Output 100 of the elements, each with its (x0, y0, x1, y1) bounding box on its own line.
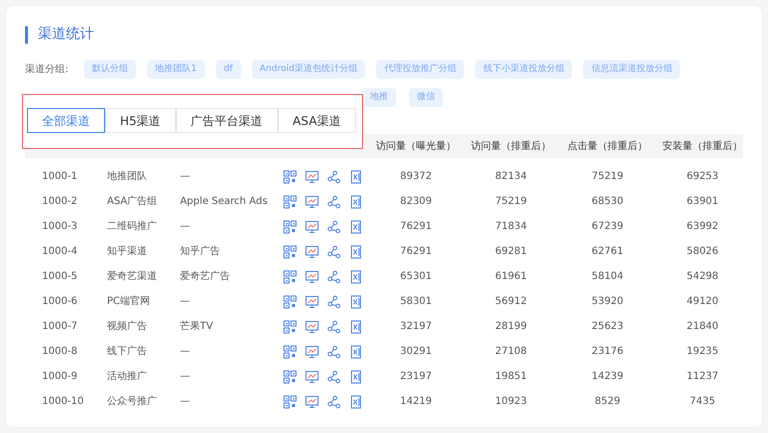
table-cell-text: 67239 (590, 220, 624, 234)
table-cell-text: 8529 (594, 395, 622, 409)
table-cell-text: 63992 (686, 220, 720, 234)
share-icon[interactable] (327, 294, 341, 308)
qr-code-icon[interactable] (283, 220, 297, 234)
group-tag[interactable]: 微信 (409, 88, 443, 107)
monitor-chart-icon[interactable] (305, 170, 319, 184)
table-cell-text: 68530 (590, 195, 624, 209)
monitor-chart-icon[interactable] (305, 294, 319, 308)
table-cell-text: 1000-1 (41, 170, 78, 184)
monitor-chart-icon[interactable] (305, 244, 319, 258)
group-tag[interactable]: df (216, 60, 241, 79)
table-cell-text: 30291 (399, 345, 433, 359)
qr-code-icon[interactable] (283, 244, 297, 258)
table-cell-text: — (179, 370, 191, 384)
excel-file-icon[interactable] (349, 170, 363, 184)
share-icon[interactable] (327, 270, 341, 284)
table-cell-text: — (179, 295, 191, 309)
qr-code-icon[interactable] (283, 344, 297, 358)
table-cell-text: — (179, 345, 191, 359)
table-cell-text: 54298 (686, 270, 720, 284)
table-cell-text: 53920 (590, 295, 624, 309)
table-cell-text: 公众号推广 (106, 394, 158, 409)
tab[interactable]: 广告平台渠道 (176, 108, 278, 133)
qr-code-icon[interactable] (283, 170, 297, 184)
excel-file-icon[interactable] (349, 394, 363, 408)
excel-file-icon[interactable] (349, 370, 363, 384)
table-cell-text: 23197 (399, 370, 433, 384)
share-icon[interactable] (327, 344, 341, 358)
table-cell-text: 76291 (399, 220, 433, 234)
section-title: 渠道统计 (38, 25, 94, 44)
column-header: 点击量（排重后） (566, 140, 648, 154)
qr-code-icon[interactable] (283, 394, 297, 408)
table-cell-text: 1000-7 (41, 320, 78, 334)
group-tag[interactable]: 代理投放推广分组 (376, 60, 464, 79)
excel-file-icon[interactable] (349, 344, 363, 358)
qr-code-icon[interactable] (283, 270, 297, 284)
table-cell-text: 地推团队 (106, 170, 148, 184)
group-tag[interactable]: 地推 (362, 88, 396, 107)
monitor-chart-icon[interactable] (305, 220, 319, 234)
excel-file-icon[interactable] (349, 194, 363, 208)
share-icon[interactable] (327, 170, 341, 184)
share-icon[interactable] (327, 244, 341, 258)
excel-file-icon[interactable] (349, 270, 363, 284)
excel-file-icon[interactable] (349, 294, 363, 308)
tab[interactable]: 全部渠道 (27, 108, 105, 133)
group-tag[interactable]: Android渠道包统计分组 (252, 60, 366, 79)
excel-file-icon[interactable] (349, 244, 363, 258)
tab[interactable]: ASA渠道 (278, 108, 356, 133)
group-tag[interactable]: 信息流渠道投放分组 (583, 60, 680, 79)
table-cell-text: 1000-3 (41, 220, 78, 234)
table-cell-text: 58026 (686, 245, 720, 259)
table-cell-text: 58301 (399, 295, 433, 309)
group-tag[interactable]: 线下小渠道投放分组 (475, 60, 572, 79)
share-icon[interactable] (327, 370, 341, 384)
table-cell-text: 32197 (399, 320, 433, 334)
share-icon[interactable] (327, 220, 341, 234)
table-cell-text: 75219 (494, 195, 528, 209)
monitor-chart-icon[interactable] (305, 194, 319, 208)
table-cell-text: 14219 (399, 395, 433, 409)
share-icon[interactable] (327, 194, 341, 208)
table-cell-text: 10923 (494, 395, 528, 409)
monitor-chart-icon[interactable] (305, 394, 319, 408)
excel-file-icon[interactable] (349, 320, 363, 334)
table-cell-text: 82309 (399, 195, 433, 209)
qr-code-icon[interactable] (283, 320, 297, 334)
monitor-chart-icon[interactable] (305, 344, 319, 358)
title-accent-bar (25, 26, 28, 44)
table-cell-text: 19235 (686, 345, 720, 359)
table-cell-text: 爱奇艺渠道 (106, 270, 158, 284)
table-cell-text: 75219 (590, 170, 624, 184)
table-cell-text: 62761 (590, 245, 624, 259)
monitor-chart-icon[interactable] (305, 320, 319, 334)
group-tag[interactable]: 地推团队1 (147, 60, 205, 79)
table-cell-text: 线下广告 (106, 344, 148, 359)
table-cell-text: 1000-4 (41, 245, 78, 259)
share-icon[interactable] (327, 320, 341, 334)
table-cell-text: 活动推广 (106, 370, 148, 384)
table-cell-text: Apple Search Ads (179, 195, 268, 209)
monitor-chart-icon[interactable] (305, 270, 319, 284)
table-cell-text: 7435 (688, 395, 716, 409)
table-cell-text: 1000-5 (41, 270, 78, 284)
table-cell-text: 11237 (686, 370, 720, 384)
qr-code-icon[interactable] (283, 370, 297, 384)
qr-code-icon[interactable] (283, 194, 297, 208)
table-cell-text: 56912 (494, 295, 528, 309)
group-label: 渠道分组: (25, 62, 70, 77)
table-cell-text: 芒果TV (179, 320, 214, 334)
table-cell-text: 爱奇艺广告 (179, 270, 231, 284)
monitor-chart-icon[interactable] (305, 370, 319, 384)
column-header: 安装量（排重后） (662, 140, 744, 154)
qr-code-icon[interactable] (283, 294, 297, 308)
share-icon[interactable] (327, 394, 341, 408)
table-cell-text: 1000-10 (41, 395, 85, 409)
table-cell-text: 知乎广告 (179, 244, 221, 259)
tab[interactable]: H5渠道 (105, 108, 176, 133)
table-cell-text: 14239 (590, 370, 624, 384)
excel-file-icon[interactable] (349, 220, 363, 234)
group-tag[interactable]: 默认分组 (84, 60, 136, 79)
table-cell-text: 21840 (686, 320, 720, 334)
